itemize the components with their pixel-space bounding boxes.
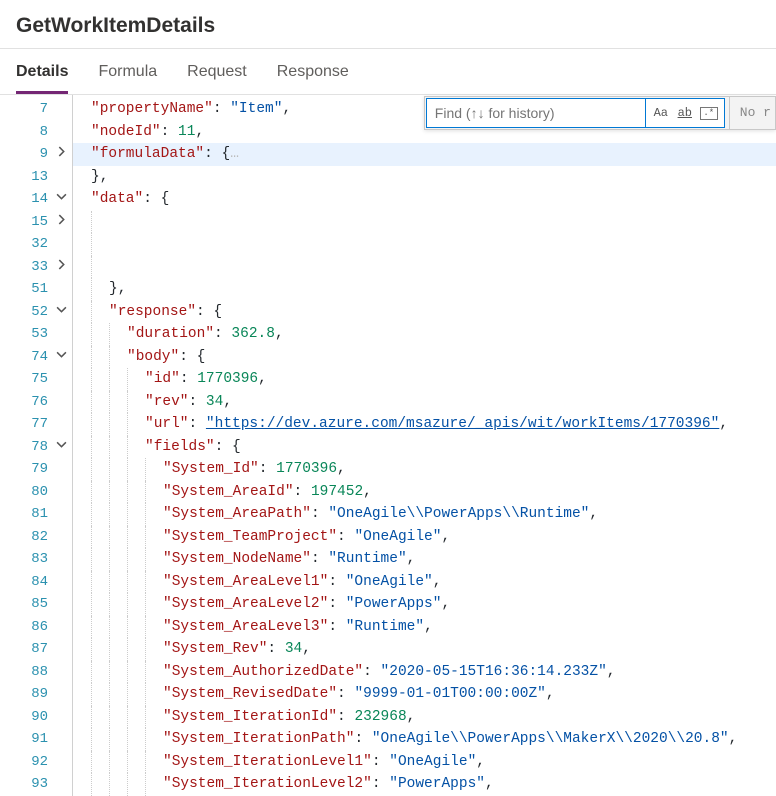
page-title: GetWorkItemDetails	[16, 14, 760, 38]
line-number: 14	[18, 188, 52, 211]
gutter-line: 81	[0, 503, 72, 526]
gutter-line: 51	[0, 278, 72, 301]
gutter-line: 53	[0, 323, 72, 346]
line-number: 13	[18, 166, 52, 189]
line-number: 80	[18, 481, 52, 504]
line-number: 78	[18, 436, 52, 459]
tab-formula[interactable]: Formula	[98, 49, 157, 94]
gutter-line: 32	[0, 233, 72, 256]
chevron-right-icon[interactable]	[52, 256, 70, 279]
line-number: 88	[18, 661, 52, 684]
gutter-line: 92	[0, 751, 72, 774]
gutter-line: 79	[0, 458, 72, 481]
gutter-line: 8	[0, 121, 72, 144]
gutter-line: 84	[0, 571, 72, 594]
gutter-line: 77	[0, 413, 72, 436]
fold-ellipsis[interactable]: …	[230, 146, 239, 162]
code-editor[interactable]: Aa ab .* No r 78913141532335152537475767…	[0, 95, 776, 796]
line-number: 33	[18, 256, 52, 279]
gutter-line: 86	[0, 616, 72, 639]
gutter-line: 13	[0, 166, 72, 189]
gutter-line: 82	[0, 526, 72, 549]
gutter-line: 52	[0, 301, 72, 324]
line-number: 83	[18, 548, 52, 571]
code-content[interactable]: "propertyName": "Item", "nodeId": 11, "f…	[72, 95, 776, 796]
tab-response[interactable]: Response	[277, 49, 349, 94]
gutter-line: 85	[0, 593, 72, 616]
gutter-line: 93	[0, 773, 72, 796]
header: GetWorkItemDetails	[0, 0, 776, 49]
gutter-line: 83	[0, 548, 72, 571]
gutter-line: 80	[0, 481, 72, 504]
line-number: 7	[18, 98, 52, 121]
gutter-line: 88	[0, 661, 72, 684]
tab-details[interactable]: Details	[16, 49, 68, 94]
line-number: 75	[18, 368, 52, 391]
gutter-line: 74	[0, 346, 72, 369]
gutter-line: 89	[0, 683, 72, 706]
line-number: 90	[18, 706, 52, 729]
line-number: 84	[18, 571, 52, 594]
gutter-line: 33	[0, 256, 72, 279]
line-number: 52	[18, 301, 52, 324]
line-number: 76	[18, 391, 52, 414]
gutter-line: 15	[0, 211, 72, 234]
tab-bar: Details Formula Request Response	[0, 49, 776, 95]
line-number: 9	[18, 143, 52, 166]
regex-icon[interactable]: .*	[700, 107, 718, 120]
line-number: 8	[18, 121, 52, 144]
find-widget: Aa ab .* No r	[424, 96, 776, 130]
chevron-down-icon[interactable]	[52, 301, 70, 324]
line-number: 93	[18, 773, 52, 796]
line-number: 87	[18, 638, 52, 661]
line-number: 74	[18, 346, 52, 369]
chevron-down-icon[interactable]	[52, 436, 70, 459]
find-input[interactable]	[426, 98, 646, 128]
gutter-line: 76	[0, 391, 72, 414]
find-no-results: No r	[734, 102, 775, 125]
line-number: 51	[18, 278, 52, 301]
line-number: 85	[18, 593, 52, 616]
line-number: 32	[18, 233, 52, 256]
whole-word-icon[interactable]: ab	[676, 104, 694, 122]
chevron-right-icon[interactable]	[52, 211, 70, 234]
gutter-line: 9	[0, 143, 72, 166]
gutter-line: 14	[0, 188, 72, 211]
gutter-line: 90	[0, 706, 72, 729]
line-number: 79	[18, 458, 52, 481]
chevron-down-icon[interactable]	[52, 346, 70, 369]
line-number: 53	[18, 323, 52, 346]
find-separator	[729, 97, 730, 129]
line-number: 15	[18, 211, 52, 234]
line-number: 86	[18, 616, 52, 639]
line-number: 77	[18, 413, 52, 436]
tab-request[interactable]: Request	[187, 49, 247, 94]
line-number: 91	[18, 728, 52, 751]
line-number: 92	[18, 751, 52, 774]
find-options: Aa ab .*	[646, 98, 725, 128]
line-number: 89	[18, 683, 52, 706]
gutter-line: 91	[0, 728, 72, 751]
gutter-line: 75	[0, 368, 72, 391]
gutter-line: 78	[0, 436, 72, 459]
gutter-line: 7	[0, 98, 72, 121]
chevron-down-icon[interactable]	[52, 188, 70, 211]
chevron-right-icon[interactable]	[52, 143, 70, 166]
gutter-line: 87	[0, 638, 72, 661]
line-number: 81	[18, 503, 52, 526]
match-case-icon[interactable]: Aa	[652, 104, 670, 122]
line-number: 82	[18, 526, 52, 549]
line-gutter: 7891314153233515253747576777879808182838…	[0, 95, 72, 796]
